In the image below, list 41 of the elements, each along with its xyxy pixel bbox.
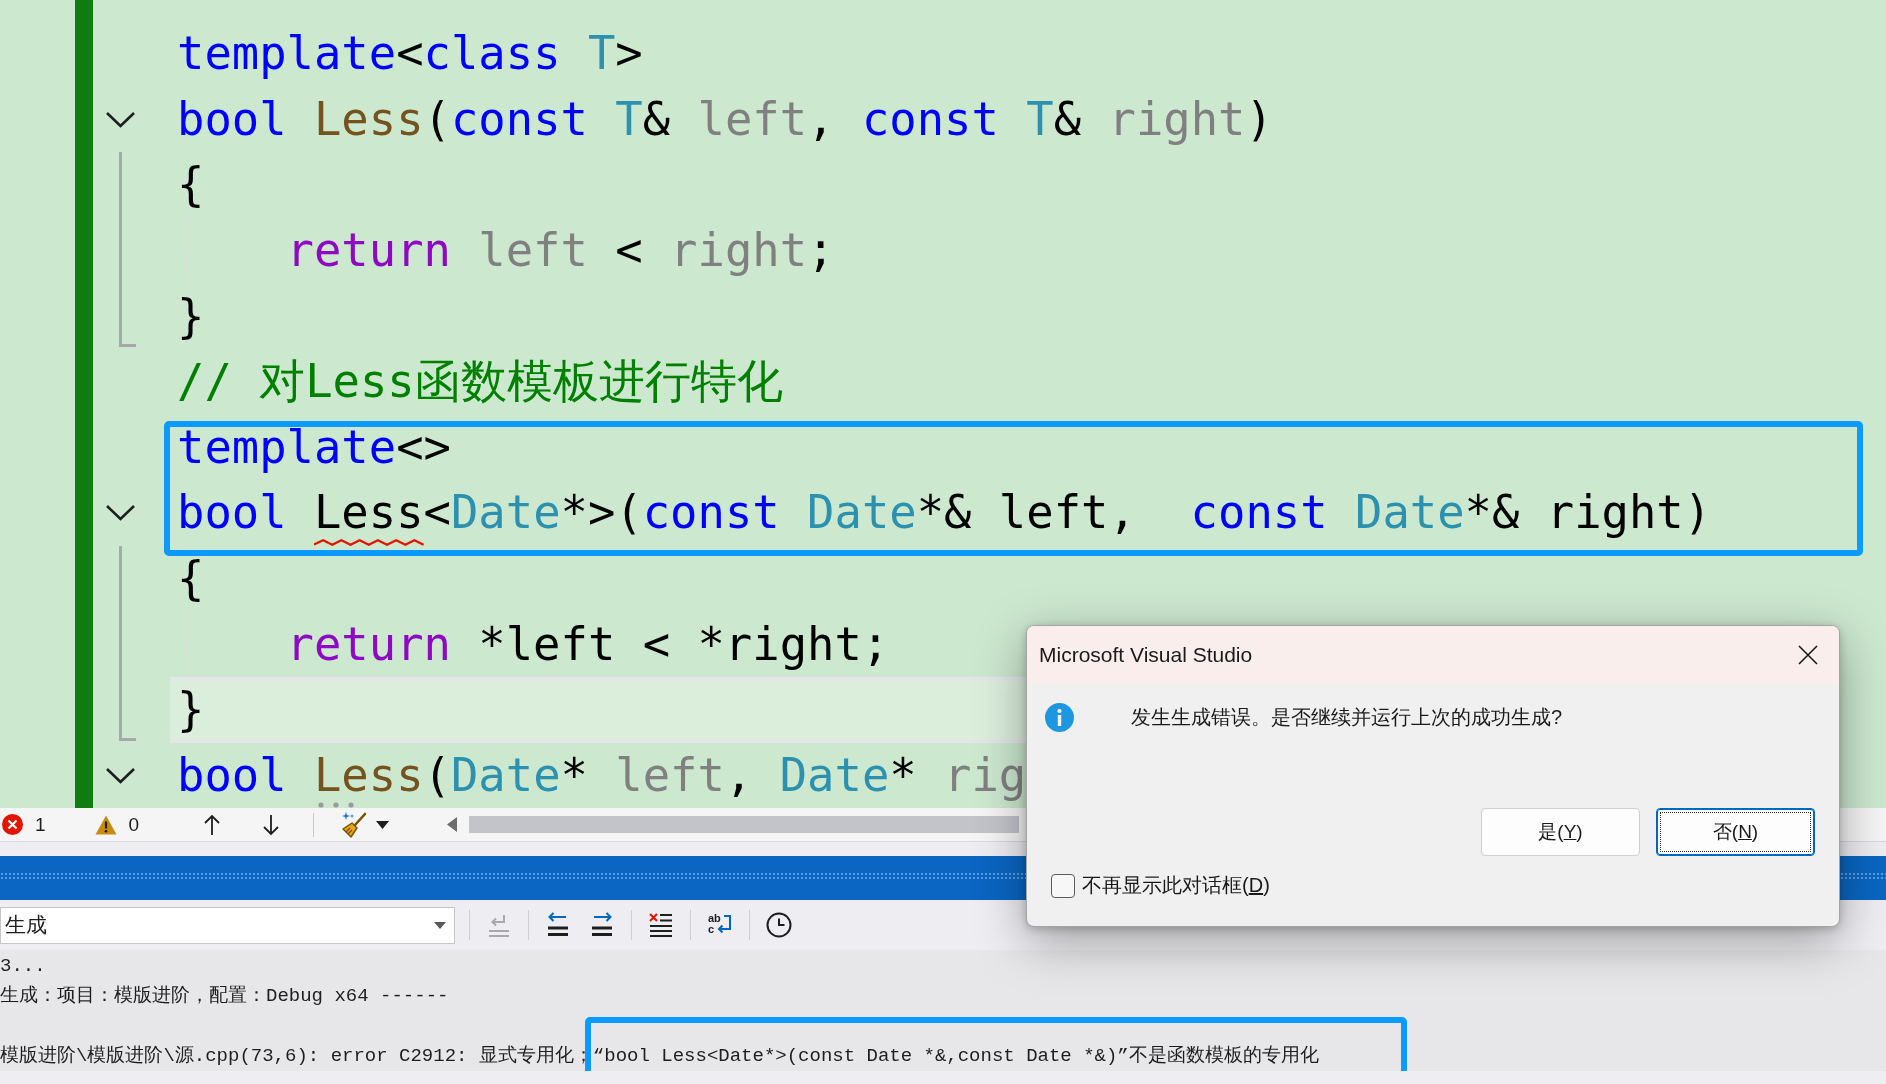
code-line: bool Less(const T& left, const T& right) — [177, 93, 1273, 145]
code-line: bool Less(Date* left, Date* rig — [177, 749, 1027, 801]
chevron-down-icon[interactable] — [105, 110, 136, 128]
output-line: 模版进阶\模版进阶\源.cpp(73,6): error C2912: 显式专用化； — [0, 1045, 593, 1067]
warning-count-button[interactable]: 0 — [94, 810, 140, 839]
down-arrow-icon[interactable] — [262, 813, 281, 836]
x-lines-icon[interactable] — [648, 912, 674, 938]
output-line: 生成：项目：模版进阶，配置：Debug x64 ------ — [0, 985, 449, 1007]
caret-icon[interactable] — [376, 820, 390, 829]
scrollbar-thumb[interactable] — [469, 816, 1020, 833]
info-icon — [1045, 703, 1074, 732]
code-line: bool Less<Date*>(const Date*& left, const Date*& right) — [177, 487, 1712, 539]
chevron-down-icon[interactable] — [105, 504, 136, 522]
code-line: return left < right; — [286, 225, 835, 277]
up-arrow-icon[interactable] — [203, 813, 222, 836]
caret-icon — [434, 921, 446, 929]
clock-icon[interactable] — [766, 912, 792, 938]
code-line: template<class T> — [177, 28, 643, 80]
checkbox[interactable] — [1051, 873, 1075, 898]
left-arrow-lines-icon[interactable] — [545, 912, 571, 938]
code-line: return *left < *right; — [286, 618, 890, 670]
brush-sparkle-icon[interactable] — [340, 810, 369, 839]
dialog-message: 发生生成错误。是否继续并运行上次的成功生成? — [1131, 705, 1563, 730]
right-arrow-lines-icon[interactable] — [589, 912, 615, 938]
code-line: { — [177, 553, 205, 605]
output-source-dropdown[interactable]: 生成 — [0, 906, 455, 944]
code-line: // 对Less函数模板进行特化 — [177, 356, 783, 408]
code-line: { — [177, 159, 205, 211]
close-icon[interactable] — [1798, 644, 1818, 665]
scroll-left-icon[interactable] — [447, 817, 458, 832]
checkbox-label[interactable]: 不再显示此对话框(D) — [1082, 872, 1270, 899]
highlighted-output-text: “bool Less<Date*>(const Date *&,const Date *&)”不是函数模板的专用化 — [592, 1045, 1319, 1067]
code-line: template<> — [177, 421, 451, 473]
dialog-button[interactable]: 是(Y) — [1481, 808, 1640, 856]
dialog-title: Microsoft Visual Studio — [1039, 642, 1254, 667]
chevron-down-icon[interactable] — [105, 766, 136, 784]
dialog-button[interactable]: 否(N) — [1656, 808, 1815, 856]
error-count-button[interactable]: 1 — [2, 810, 46, 839]
code-line: } — [177, 290, 205, 342]
warning-icon — [94, 814, 117, 835]
output-line: 3... — [0, 955, 46, 977]
